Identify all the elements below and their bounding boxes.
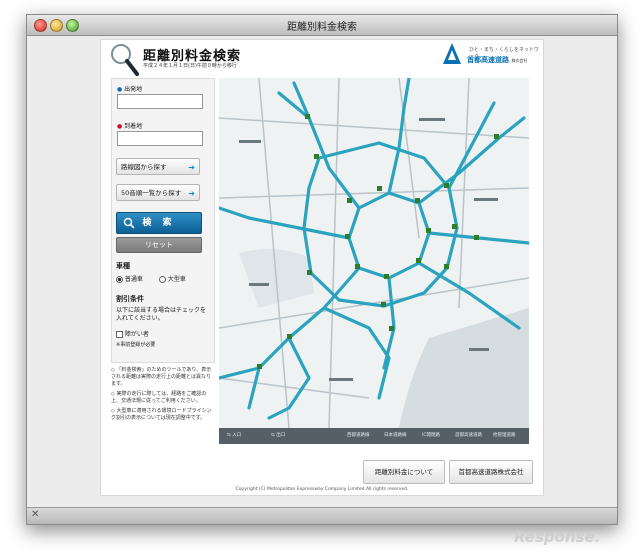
note-item: ◇ 大型車に適用される環境ロードプライシング割引の表示については現在調整中です。 — [111, 408, 212, 421]
legend-item: 西都道路線 — [347, 433, 370, 438]
vehicle-type-heading: 車種 — [116, 262, 130, 270]
search-button[interactable]: 検 索 — [116, 212, 202, 234]
notes-list: ◇ 「料金検索」のためのツールであり、表示される距離は実際の走行上の距離とは異な… — [111, 367, 213, 425]
destination-label-text: 到着地 — [124, 123, 143, 130]
about-distance-fare-button[interactable]: 距離別料金について — [363, 460, 445, 484]
logo-company-name: 首都高速道路 株式会社 — [467, 55, 527, 65]
note-item: ◇ 「料金検索」のためのツールであり、表示される距離は実際の走行上の距離とは異な… — [111, 367, 212, 387]
kana-list-search-button[interactable]: 50音順一覧から探す ➔ — [116, 184, 200, 201]
disability-label: 障がい者 — [124, 331, 149, 338]
route-map-graphic[interactable] — [219, 78, 529, 429]
arrow-right-icon: ➔ — [188, 163, 195, 172]
discount-option[interactable]: 障がい者 — [116, 329, 149, 338]
discount-heading: 割引条件 — [116, 295, 144, 303]
effective-date-note: 平成２４年１月１日(日)午前０時から移行 — [143, 63, 237, 69]
legend-item: 首都高速道路 — [455, 433, 482, 438]
search-sidebar: ● 出発地 ● 到着地 路線図から探す ➔ 50音順一覧から探す ➔ 検 索 リ… — [111, 78, 215, 363]
vehicle-large-label: 大型車 — [167, 276, 186, 283]
destination-marker-icon: ● — [117, 123, 123, 130]
legend-entrance-label: 入口 — [232, 433, 242, 438]
discount-footnote: ※事前登録が必要 — [116, 342, 156, 348]
legend-item: IC開閉路 — [422, 433, 440, 438]
vehicle-large-radio[interactable] — [159, 276, 166, 283]
title-bar: 距離別料金検索 — [27, 15, 617, 36]
destination-label: ● 到着地 — [117, 121, 142, 130]
legend-item: 日本道路線 — [384, 433, 407, 438]
vehicle-option-standard[interactable]: 普通車 — [116, 274, 143, 283]
reset-button[interactable]: リセット — [116, 237, 202, 253]
company-site-button[interactable]: 首都高速道路株式会社 — [449, 460, 533, 484]
destination-input[interactable] — [117, 131, 203, 146]
discount-note: 以下に該当する場合はチェックを入れてください。 — [116, 307, 207, 322]
note-text: 実際の走行に際しては、経路をご確認の上、交通法規に従ってご利用ください。 — [111, 391, 207, 404]
search-button-label: 検 索 — [142, 218, 176, 228]
vehicle-option-large[interactable]: 大型車 — [159, 274, 186, 283]
origin-input[interactable] — [117, 94, 203, 109]
app-window: 距離別料金検索 距離別料金検索 平成２４年１月１日(日)午前０時から移行 ひと・… — [26, 14, 618, 525]
vehicle-standard-label: 普通車 — [124, 276, 143, 283]
response-watermark: Response. — [514, 528, 601, 546]
note-text: 大型車に適用される環境ロードプライシング割引の表示については現在調整中です。 — [111, 408, 212, 421]
legend-exit-label: 出口 — [276, 433, 286, 438]
route-map[interactable]: ⇆ 入口 ⇆ 出口 西都道路線 日本道路線 IC開閉路 首都高速道路 他管理道路 — [219, 78, 529, 444]
arrow-right-icon: ➔ — [188, 189, 195, 198]
app-page: 距離別料金検索 平成２４年１月１日(日)午前０時から移行 ひと・まち・くらしをネ… — [100, 39, 544, 496]
origin-label: ● 出発地 — [117, 84, 142, 93]
window-title: 距離別料金検索 — [287, 22, 357, 33]
vehicle-standard-radio[interactable] — [116, 276, 123, 283]
origin-marker-icon: ● — [117, 86, 123, 93]
route-map-search-button[interactable]: 路線図から探す ➔ — [116, 158, 200, 175]
origin-label-text: 出発地 — [124, 86, 143, 93]
search-icon — [123, 217, 135, 229]
note-text: 「料金検索」のためのツールであり、表示される距離は実際の走行上の距離とは異なりま… — [111, 367, 212, 387]
magnifier-icon — [111, 44, 139, 76]
disability-checkbox[interactable] — [116, 331, 123, 338]
logo-name-text: 首都高速道路 — [467, 56, 509, 64]
resize-icon[interactable]: ✕ — [31, 509, 39, 520]
copyright-text: Copyright (C) Metropolitan Expressway Co… — [235, 487, 409, 492]
legend-entrance: ⇆ 入口 — [227, 433, 242, 438]
company-logo-icon — [443, 43, 461, 64]
map-legend: ⇆ 入口 ⇆ 出口 西都道路線 日本道路線 IC開閉路 首都高速道路 他管理道路 — [219, 428, 529, 444]
legend-exit: ⇆ 出口 — [271, 433, 286, 438]
legend-item: 他管理道路 — [493, 433, 516, 438]
window-content: 距離別料金検索 平成２４年１月１日(日)午前０時から移行 ひと・まち・くらしをネ… — [27, 36, 617, 506]
route-map-search-label: 路線図から探す — [121, 163, 167, 171]
note-item: ◇ 実際の走行に際しては、経路をご確認の上、交通法規に従ってご利用ください。 — [111, 391, 207, 404]
kana-list-search-label: 50音順一覧から探す — [121, 189, 182, 197]
status-bar: ✕ — [27, 507, 617, 524]
logo-suffix-text: 株式会社 — [511, 58, 528, 63]
